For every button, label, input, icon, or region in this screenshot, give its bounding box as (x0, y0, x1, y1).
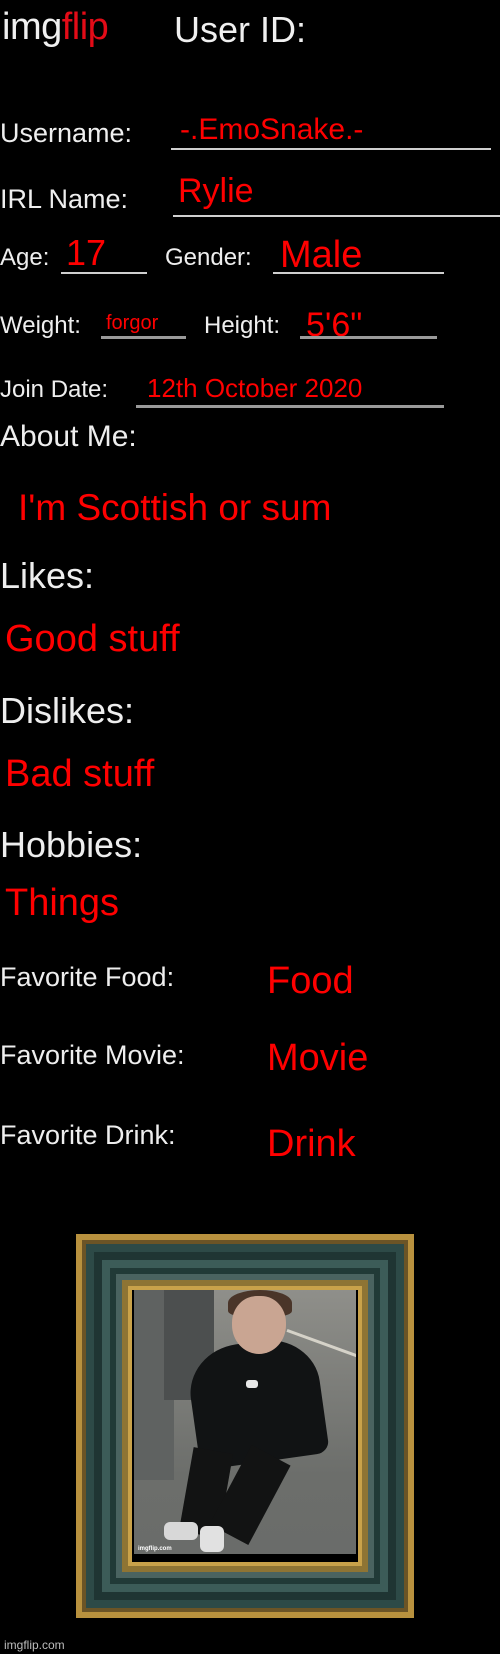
irl-name-underline (173, 215, 500, 217)
hobbies-value: Things (5, 882, 120, 924)
height-underline (300, 336, 437, 339)
photo-jacket-logo (246, 1380, 258, 1388)
favorite-drink-label: Favorite Drink: (0, 1120, 176, 1150)
photo-person-head (232, 1296, 286, 1354)
weight-underline (101, 336, 186, 339)
username-label: Username: (0, 118, 133, 148)
gender-label: Gender: (165, 244, 252, 271)
likes-label: Likes: (0, 555, 95, 596)
likes-value: Good stuff (5, 618, 180, 660)
weight-label: Weight: (0, 312, 81, 339)
gender-underline (273, 272, 444, 274)
profile-photo: imgflip.com (134, 1290, 356, 1554)
footer-watermark: imgflip.com (4, 1638, 65, 1652)
favorite-food-value: Food (267, 960, 354, 1002)
join-date-value: 12th October 2020 (147, 373, 363, 403)
username-underline (171, 148, 491, 150)
join-date-underline (136, 405, 444, 408)
dislikes-label: Dislikes: (0, 690, 135, 731)
page-title: User ID: (174, 9, 307, 50)
username-value: -.EmoSnake.- (180, 113, 364, 146)
about-me-label: About Me: (0, 420, 137, 453)
logo-flip-text: flip (61, 6, 109, 48)
age-value: 17 (66, 232, 107, 273)
dislikes-value: Bad stuff (5, 753, 155, 795)
imgflip-logo: imgflip (2, 6, 109, 48)
height-value: 5'6" (306, 306, 363, 344)
irl-name-label: IRL Name: (0, 184, 129, 214)
logo-img-text: img (2, 6, 62, 48)
height-label: Height: (204, 312, 281, 339)
hobbies-label: Hobbies: (0, 824, 143, 865)
gender-value: Male (280, 234, 363, 276)
age-underline (61, 272, 147, 274)
join-date-label: Join Date: (0, 376, 109, 403)
favorite-food-label: Favorite Food: (0, 962, 175, 992)
photo-watermark: imgflip.com (138, 1546, 172, 1552)
favorite-movie-label: Favorite Movie: (0, 1040, 185, 1070)
favorite-drink-value: Drink (267, 1123, 356, 1165)
irl-name-value: Rylie (178, 172, 254, 210)
weight-value: forgor (106, 312, 159, 334)
age-label: Age: (0, 244, 50, 271)
photo-person-shoe-left (164, 1522, 198, 1540)
about-me-value: I'm Scottish or sum (18, 487, 332, 528)
favorite-movie-value: Movie (267, 1037, 369, 1079)
photo-person-shoe-right (200, 1526, 224, 1552)
